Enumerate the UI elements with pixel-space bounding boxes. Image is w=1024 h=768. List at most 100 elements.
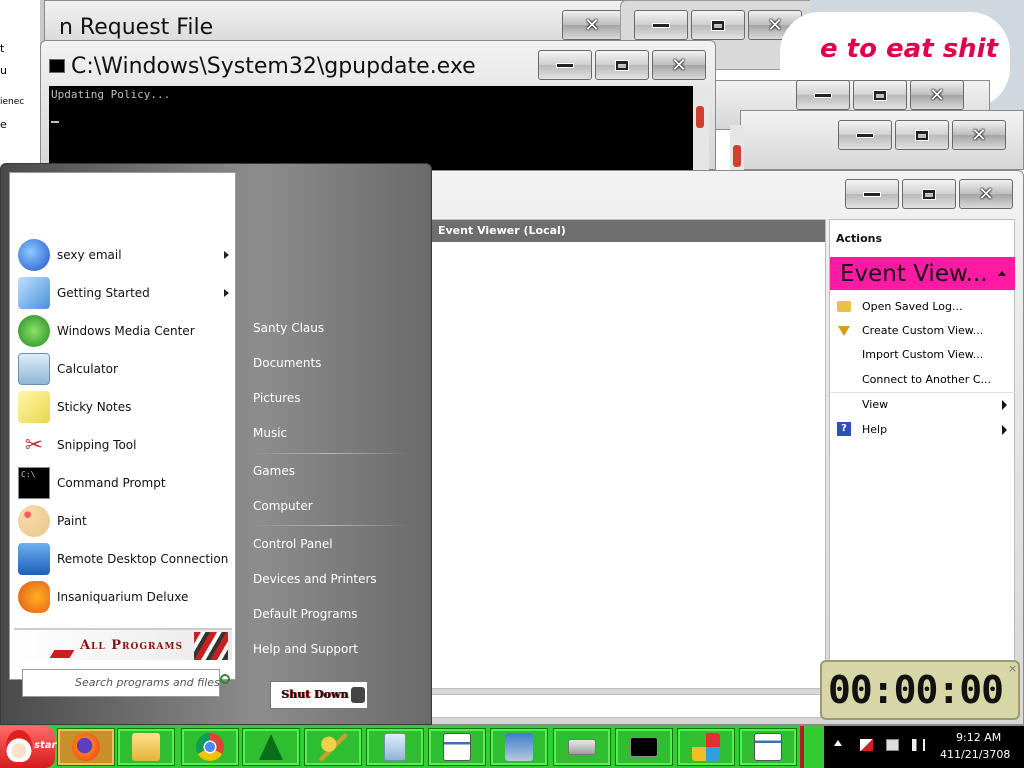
system-tray: 9:12 AM 411/21/3708 (824, 726, 1024, 768)
action-label: Help (862, 423, 888, 436)
program-item[interactable]: Insaniquarium Deluxe (18, 579, 233, 615)
taskbar-button[interactable] (428, 728, 486, 766)
action-item[interactable]: Open Saved Log... (830, 296, 1015, 318)
action-label: Open Saved Log... (862, 300, 963, 313)
volume-icon[interactable] (912, 739, 925, 751)
minimize-button[interactable] (838, 120, 892, 150)
minimize-button[interactable] (796, 80, 850, 110)
close-button[interactable]: ✕ (910, 80, 964, 110)
all-programs-button[interactable]: All Programs (14, 628, 232, 660)
close-button[interactable]: ✕ (562, 10, 622, 40)
minimize-button[interactable] (845, 179, 899, 209)
maximize-button[interactable] (853, 80, 907, 110)
close-icon: ✕ (978, 183, 994, 205)
link-music[interactable]: Music (253, 426, 287, 440)
action-item[interactable]: Import Custom View... (830, 344, 1015, 366)
event-viewer-window[interactable]: Event Viewer (Local) Actions Event View.… (420, 170, 1024, 725)
close-button[interactable]: ✕ (959, 179, 1013, 209)
action-item[interactable]: Connect to Another C... (830, 369, 1015, 391)
shutdown-button[interactable]: Shut Down (270, 681, 368, 709)
link-computer[interactable]: Computer (253, 499, 313, 513)
actions-header: Actions (836, 232, 882, 245)
minimize-icon (856, 132, 874, 138)
action-item[interactable]: Create Custom View... (830, 320, 1015, 342)
program-item[interactable]: Paint (18, 503, 233, 539)
taskbar-button[interactable] (615, 728, 673, 766)
search-icon (220, 674, 230, 684)
taskbar-button[interactable] (553, 728, 611, 766)
program-item[interactable]: ✂ Snipping Tool (18, 427, 233, 463)
program-item[interactable]: Sticky Notes (18, 389, 233, 425)
link-default-programs[interactable]: Default Programs (253, 607, 358, 621)
link-devices-printers[interactable]: Devices and Printers (253, 572, 377, 586)
maximize-icon (615, 59, 629, 71)
taskbar-button[interactable] (366, 728, 424, 766)
taskbar-button[interactable] (677, 728, 735, 766)
shutdown-label: Shut Down (281, 688, 349, 701)
maximize-icon (915, 129, 929, 141)
close-button[interactable]: ✕ (952, 120, 1006, 150)
close-icon[interactable]: × (1008, 662, 1017, 675)
link-documents[interactable]: Documents (253, 356, 321, 370)
close-icon: ✕ (584, 14, 600, 36)
search-input[interactable]: Search programs and files (75, 676, 220, 689)
maximize-button[interactable] (691, 10, 745, 40)
santa-icon (6, 730, 32, 762)
program-label: Calculator (57, 362, 118, 376)
program-item[interactable]: Getting Started (18, 275, 233, 311)
taskbar-button[interactable] (181, 728, 239, 766)
minimize-button[interactable] (634, 10, 688, 40)
remote-desktop-icon (18, 543, 50, 575)
program-item[interactable]: Calculator (18, 351, 233, 387)
action-item[interactable]: ? Help (830, 419, 1015, 441)
console-text: Updating Policy... (51, 88, 171, 101)
program-item[interactable]: sexy email (18, 237, 233, 273)
link-pictures[interactable]: Pictures (253, 391, 301, 405)
link-games[interactable]: Games (253, 464, 295, 478)
maximize-button[interactable] (902, 179, 956, 209)
scrollbar[interactable] (693, 86, 709, 171)
tray-divider (800, 726, 804, 768)
program-label: Paint (57, 514, 87, 528)
app-icon (49, 59, 65, 73)
program-item[interactable]: C:\ Command Prompt (18, 465, 233, 501)
cmd-icon: C:\ (18, 467, 50, 499)
clock-time[interactable]: 9:12 AM (956, 731, 1001, 744)
shutdown-arrow-icon[interactable] (351, 687, 365, 703)
flag-icon[interactable] (860, 739, 873, 751)
taskbar-button[interactable] (490, 728, 548, 766)
close-button[interactable]: ✕ (652, 50, 706, 80)
separator (251, 525, 411, 526)
scissors-icon: ✂ (24, 432, 44, 458)
clock-date[interactable]: 411/21/3708 (940, 748, 1010, 761)
minimize-button[interactable] (538, 50, 592, 80)
taskbar-button[interactable] (304, 728, 362, 766)
taskbar-button[interactable] (242, 728, 300, 766)
taskbar-button[interactable] (739, 728, 797, 766)
start-button[interactable]: start (0, 726, 61, 768)
taskbar-button[interactable] (117, 728, 175, 766)
maximize-button[interactable] (595, 50, 649, 80)
program-item[interactable]: Windows Media Center (18, 313, 233, 349)
link-santy-claus[interactable]: Santy Claus (253, 321, 324, 335)
program-label: Snipping Tool (57, 438, 137, 452)
action-item[interactable]: View (830, 394, 1015, 416)
actions-title-bar[interactable]: Event View... (830, 257, 1015, 290)
event-viewer-icon (443, 733, 471, 761)
scrollbar[interactable] (730, 125, 744, 170)
link-control-panel[interactable]: Control Panel (253, 537, 333, 551)
close-icon: ✕ (929, 84, 945, 106)
taskbar-button[interactable] (57, 728, 115, 766)
search-box[interactable]: Search programs and files (22, 669, 230, 697)
stripes-decoration (194, 632, 228, 660)
program-item[interactable]: Remote Desktop Connection (18, 541, 233, 577)
close-icon: ✕ (767, 14, 783, 36)
show-hidden-icon[interactable] (834, 740, 842, 746)
tree-pane[interactable]: Event Viewer (Local) (431, 219, 826, 689)
minimize-icon (814, 92, 832, 98)
maximize-button[interactable] (895, 120, 949, 150)
program-label: Command Prompt (57, 476, 166, 490)
actions-pane: Actions Event View... Open Saved Log... … (829, 219, 1015, 694)
link-help-support[interactable]: Help and Support (253, 642, 358, 656)
network-icon[interactable] (886, 739, 899, 751)
